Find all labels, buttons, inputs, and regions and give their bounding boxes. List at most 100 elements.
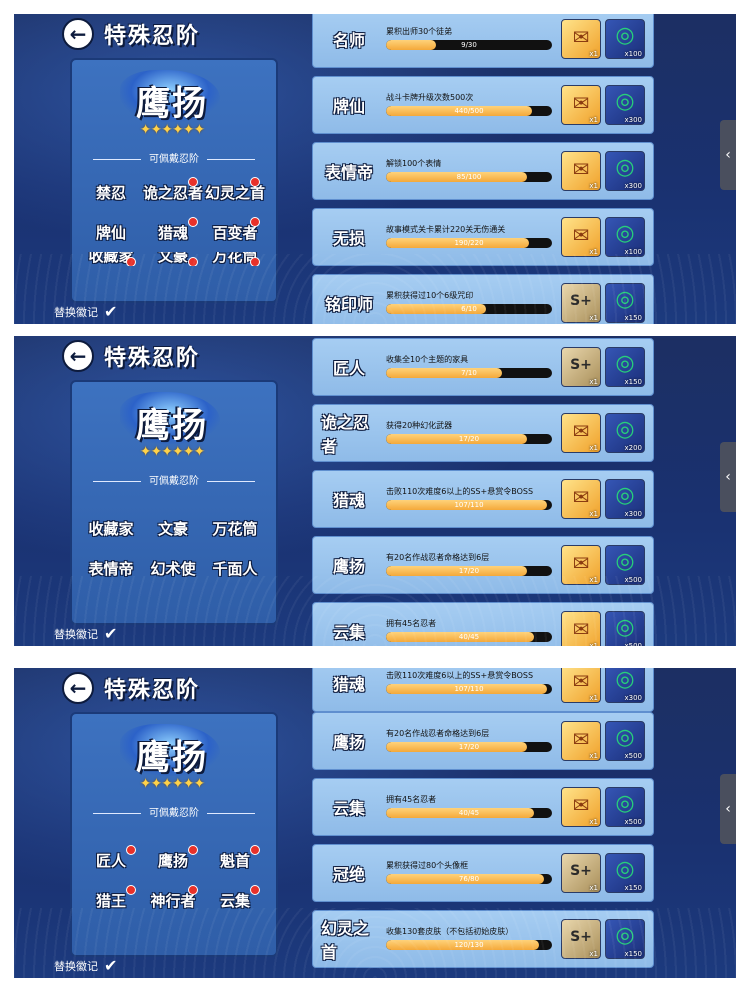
rank-badge-item[interactable] (204, 826, 266, 840)
achievement-row[interactable]: 名师 累积出师30个徒弟 9/30 ✉ x1 ◎ x100 (312, 14, 654, 68)
green-swirl-coin-icon[interactable]: ◎ x500 (605, 545, 645, 585)
green-swirl-coin-icon[interactable]: ◎ x300 (605, 479, 645, 519)
rank-badge-item[interactable] (142, 826, 204, 840)
rank-badge-item[interactable]: 魁首 (204, 840, 266, 880)
scroll-icon[interactable]: ✉ x1 (561, 151, 601, 191)
green-swirl-coin-icon[interactable]: ◎ x100 (605, 19, 645, 59)
scroll-icon[interactable]: ✉ x1 (561, 479, 601, 519)
green-swirl-coin-icon[interactable]: ◎ x500 (605, 721, 645, 761)
achievement-row[interactable]: 表情帝 解锁100个表情 85/100 ✉ x1 ◎ x300 (312, 142, 654, 200)
checkmark-icon[interactable]: ✔ (104, 624, 117, 643)
achievement-row[interactable]: 诡之忍者 获得20种幻化武器 17/20 ✉ x1 ◎ x200 (312, 404, 654, 462)
scroll-icon[interactable]: ✉ x1 (561, 85, 601, 125)
achievement-row[interactable]: 猎魂 击败110次难度6以上的SS+悬赏令BOSS 107/110 ✉ x1 ◎ x300 (312, 668, 654, 712)
rank-badge-item[interactable]: 云集 (204, 880, 266, 920)
rank-badge-item[interactable]: 神行者 (142, 880, 204, 920)
rank-badge-item[interactable]: 牌仙 (80, 212, 142, 252)
rank-badge-item[interactable]: 匠人 (80, 840, 142, 880)
achievement-row[interactable]: 云集 拥有45名忍者 40/45 ✉ x1 ◎ x500 (312, 778, 654, 836)
green-swirl-coin-icon[interactable]: ◎ x500 (605, 787, 645, 827)
green-swirl-coin-icon[interactable]: ◎ x150 (605, 283, 645, 323)
achievement-description: 击败110次难度6以上的SS+悬赏令BOSS (386, 487, 534, 496)
rank-badge-item[interactable]: 文豪 (142, 508, 204, 548)
scroll-icon[interactable]: S+ x1 (561, 283, 601, 323)
green-swirl-coin-icon[interactable]: ◎ x300 (605, 668, 645, 703)
progress-bar: 6/10 (386, 304, 552, 314)
replace-badge-toggle[interactable]: 替换徽记 ✔ (54, 624, 117, 643)
achievement-row[interactable]: 鹰扬 有20名作战忍者命格达到6层 17/20 ✉ x1 ◎ x500 (312, 536, 654, 594)
scroll-icon[interactable]: ✉ x1 (561, 611, 601, 646)
reward-quantity: x1 (589, 50, 598, 58)
rank-badge-item[interactable]: 猎王 (80, 880, 142, 920)
green-swirl-coin-icon[interactable]: ◎ x100 (605, 217, 645, 257)
rank-badge-item[interactable]: 诡之忍者 (142, 172, 204, 212)
rank-badge-item[interactable]: 幻灵之首 (204, 172, 266, 212)
scroll-icon[interactable]: ✉ x1 (561, 787, 601, 827)
back-arrow-icon[interactable]: ← (62, 672, 94, 704)
achievement-row[interactable]: 云集 拥有45名忍者 40/45 ✉ x1 ◎ x500 (312, 602, 654, 646)
rank-badge-item[interactable]: 收藏家 (80, 252, 142, 266)
reward-quantity: x500 (624, 752, 642, 760)
scroll-icon[interactable]: ✉ x1 (561, 217, 601, 257)
achievement-row[interactable]: 幻灵之首 收集130套皮肤（不包括初始皮肤） 120/130 S+ x1 ◎ x150 (312, 910, 654, 968)
rank-badge-item[interactable]: 百变者 (204, 212, 266, 252)
collapse-side-tab[interactable]: ‹ (720, 120, 736, 190)
rank-badge-item[interactable]: 文豪 (142, 252, 204, 266)
rank-badge-label: 千面人 (212, 559, 258, 578)
wearable-rank-grid: 匠人 鹰扬 魁首猎王 神行者 云集 (80, 826, 268, 920)
rank-badge-item[interactable]: 收藏家 (80, 508, 142, 548)
scroll-icon[interactable]: S+ x1 (561, 919, 601, 959)
swirl-glyph: ◎ (615, 417, 635, 442)
page-title: 特殊忍阶 (104, 677, 201, 703)
scroll-icon[interactable]: ✉ x1 (561, 668, 601, 703)
green-swirl-coin-icon[interactable]: ◎ x300 (605, 151, 645, 191)
green-swirl-coin-icon[interactable]: ◎ x150 (605, 919, 645, 959)
rank-badge-item[interactable]: 万花筒 (204, 252, 266, 266)
achievement-row[interactable]: 牌仙 战斗卡牌升级次数500次 440/500 ✉ x1 ◎ x300 (312, 76, 654, 134)
swirl-glyph: ◎ (615, 549, 635, 574)
achievement-row[interactable]: 铭印师 累积获得过10个6级咒印 6/10 S+ x1 ◎ x150 (312, 274, 654, 324)
scroll-glyph: ✉ (572, 551, 590, 575)
rank-badge-item[interactable]: 万花筒 (204, 508, 266, 548)
achievement-rank-title: 幻灵之首 (321, 919, 370, 962)
scroll-icon[interactable]: S+ x1 (561, 853, 601, 893)
checkmark-icon[interactable]: ✔ (104, 302, 117, 321)
rank-badge-item[interactable]: 猎魂 (142, 212, 204, 252)
rank-badge-item[interactable]: 禁忍 (80, 172, 142, 212)
rank-badge-item[interactable] (80, 826, 142, 840)
rank-badge-item[interactable]: 千面人 (204, 548, 266, 588)
rank-badge-item[interactable] (80, 494, 142, 508)
scroll-icon[interactable]: ✉ x1 (561, 413, 601, 453)
swirl-glyph: ◎ (615, 668, 635, 692)
replace-badge-toggle[interactable]: 替换徽记 ✔ (54, 302, 117, 321)
progress-text: 9/30 (461, 41, 477, 49)
collapse-side-tab[interactable]: ‹ (720, 442, 736, 512)
achievement-row[interactable]: 无损 故事模式关卡累计220关无伤通关 190/220 ✉ x1 ◎ x100 (312, 208, 654, 266)
rank-badge-item[interactable] (204, 494, 266, 508)
scroll-icon[interactable]: S+ x1 (561, 347, 601, 387)
progress-text: 6/10 (461, 305, 477, 313)
green-swirl-coin-icon[interactable]: ◎ x300 (605, 85, 645, 125)
back-arrow-icon[interactable]: ← (62, 18, 94, 50)
scroll-glyph: ✉ (572, 485, 590, 509)
achievement-row[interactable]: 鹰扬 有20名作战忍者命格达到6层 17/20 ✉ x1 ◎ x500 (312, 712, 654, 770)
green-swirl-coin-icon[interactable]: ◎ x150 (605, 853, 645, 893)
scroll-icon[interactable]: ✉ x1 (561, 721, 601, 761)
scroll-icon[interactable]: ✉ x1 (561, 545, 601, 585)
achievement-row[interactable]: 冠绝 累积获得过80个头像框 76/80 S+ x1 ◎ x150 (312, 844, 654, 902)
scroll-icon[interactable]: ✉ x1 (561, 19, 601, 59)
rank-badge-item[interactable] (142, 494, 204, 508)
achievement-description: 拥有45名忍者 (386, 619, 437, 628)
back-arrow-icon[interactable]: ← (62, 340, 94, 372)
green-swirl-coin-icon[interactable]: ◎ x150 (605, 347, 645, 387)
checkmark-icon[interactable]: ✔ (104, 956, 117, 975)
rank-badge-item[interactable]: 表情帝 (80, 548, 142, 588)
achievement-row[interactable]: 匠人 收集全10个主题的家具 7/10 S+ x1 ◎ x150 (312, 338, 654, 396)
green-swirl-coin-icon[interactable]: ◎ x200 (605, 413, 645, 453)
green-swirl-coin-icon[interactable]: ◎ x500 (605, 611, 645, 646)
replace-badge-toggle[interactable]: 替换徽记 ✔ (54, 956, 117, 975)
achievement-row[interactable]: 猎魂 击败110次难度6以上的SS+悬赏令BOSS 107/110 ✉ x1 ◎ x300 (312, 470, 654, 528)
rank-badge-item[interactable]: 鹰扬 (142, 840, 204, 880)
collapse-side-tab[interactable]: ‹ (720, 774, 736, 844)
rank-badge-item[interactable]: 幻术使 (142, 548, 204, 588)
